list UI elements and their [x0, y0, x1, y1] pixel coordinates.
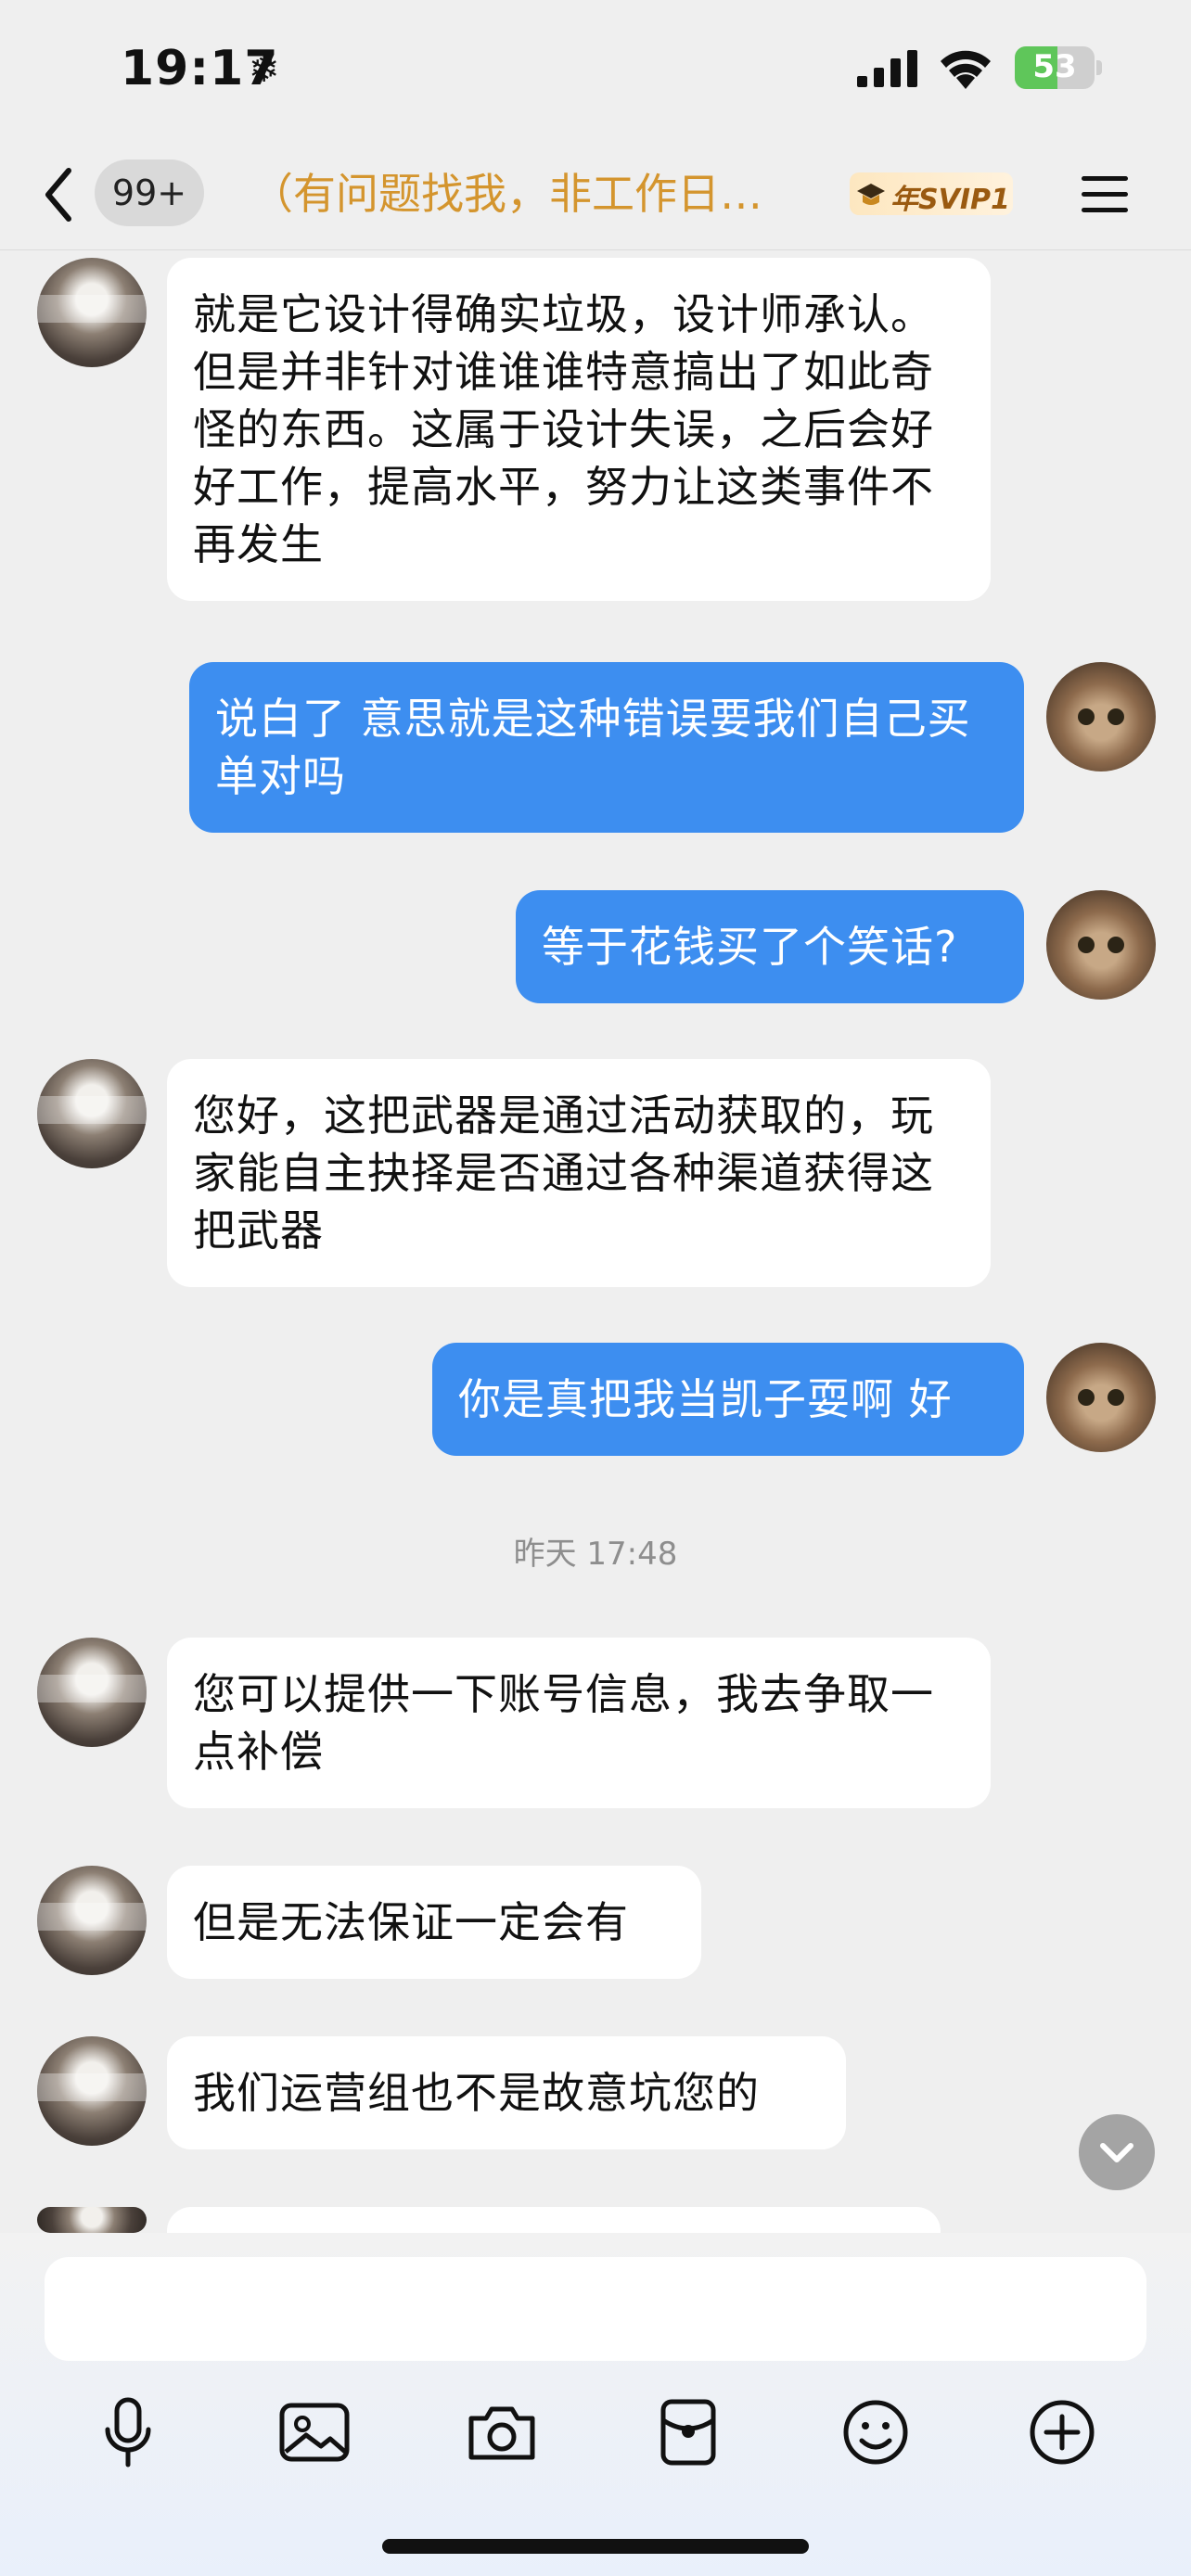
signal-icon — [857, 50, 917, 87]
message-bubble-incoming[interactable]: 您好，这把武器是通过活动获取的，玩家能自主抉择是否通过各种渠道获得这把武器 — [167, 1059, 991, 1287]
vip-badge[interactable]: 年SVIP1 — [850, 172, 1013, 216]
support-avatar[interactable] — [37, 1059, 147, 1168]
support-avatar[interactable] — [37, 1638, 147, 1747]
microphone-icon[interactable] — [86, 2391, 170, 2474]
status-bar: 19:17 ❄ 53 — [0, 0, 1191, 139]
support-avatar[interactable] — [37, 1866, 147, 1975]
composer-toolbar — [0, 2391, 1191, 2483]
message-bubble-outgoing[interactable]: 等于花钱买了个笑话? — [516, 890, 1024, 1003]
vip-label: 年SVIP1 — [890, 184, 1010, 216]
message-bubble-outgoing[interactable]: 你是真把我当凯子耍啊 好 — [432, 1343, 1024, 1456]
message-input[interactable] — [45, 2257, 1146, 2361]
snowflake-icon: ❄ — [249, 48, 280, 91]
message-bubble-outgoing[interactable]: 说白了 意思就是这种错误要我们自己买单对吗 — [189, 662, 1024, 833]
user-avatar[interactable] — [1046, 890, 1156, 1000]
support-avatar[interactable] — [37, 258, 147, 367]
red-packet-icon[interactable] — [647, 2391, 730, 2474]
back-arrow-icon[interactable] — [37, 158, 78, 232]
chat-header: 99+ （有问题找我，非工作日… 年SVIP1 — [0, 139, 1191, 250]
message-bubble-incoming[interactable]: 我们运营组也不是故意坑您的 — [167, 2036, 846, 2149]
plus-icon[interactable] — [1020, 2391, 1104, 2474]
chat-screen: 19:17 ❄ 53 99+ （有问题找我，非工作日… 年SVIP1 就是它设计… — [0, 0, 1191, 2576]
message-bubble-partial — [167, 2207, 941, 2233]
battery-percentage: 53 — [1032, 48, 1077, 85]
user-avatar[interactable] — [1046, 1343, 1156, 1452]
emoji-icon[interactable] — [834, 2391, 917, 2474]
user-avatar[interactable] — [1046, 662, 1156, 772]
menu-icon[interactable] — [1080, 169, 1130, 221]
support-avatar — [37, 2207, 147, 2233]
message-bubble-incoming[interactable]: 您可以提供一下账号信息，我去争取一点补偿 — [167, 1638, 991, 1808]
home-indicator[interactable] — [382, 2539, 809, 2554]
scroll-down-icon[interactable] — [1079, 2114, 1155, 2190]
unread-count-badge[interactable]: 99+ — [95, 159, 204, 226]
chat-title[interactable]: （有问题找我，非工作日… — [250, 161, 807, 226]
support-avatar[interactable] — [37, 2036, 147, 2146]
message-bubble-incoming[interactable]: 但是无法保证一定会有 — [167, 1866, 701, 1979]
composer — [0, 2233, 1191, 2576]
message-bubble-incoming[interactable]: 就是它设计得确实垃圾，设计师承认。但是并非针对谁谁谁特意搞出了如此奇怪的东西。这… — [167, 258, 991, 601]
graduation-cap-icon — [857, 184, 885, 205]
camera-icon[interactable] — [460, 2391, 544, 2474]
image-icon[interactable] — [273, 2391, 356, 2474]
message-timestamp: 昨天 17:48 — [513, 1536, 678, 1573]
wifi-icon — [941, 50, 991, 89]
battery-indicator: 53 — [1015, 46, 1102, 89]
